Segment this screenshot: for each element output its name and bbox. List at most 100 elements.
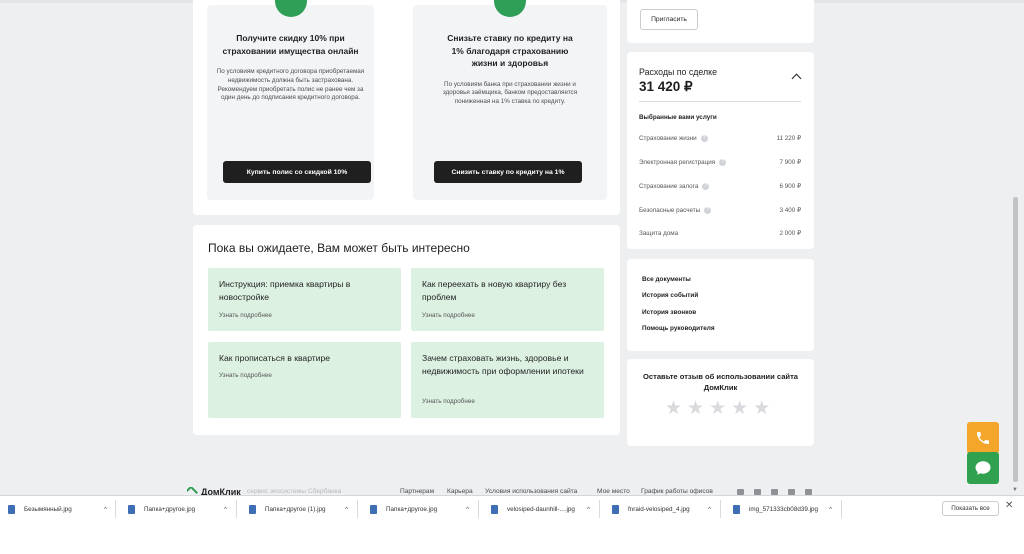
- call-history-link[interactable]: История звонков: [642, 309, 696, 316]
- chevron-up-icon[interactable]: ^: [224, 506, 227, 513]
- offer-description: По условиям банка при страховании жизни …: [442, 80, 578, 106]
- divider: [236, 500, 237, 518]
- all-documents-link[interactable]: Все документы: [642, 276, 691, 283]
- learn-more-link[interactable]: Узнать подробнее: [219, 312, 272, 319]
- download-item[interactable]: img_571333cb08d39.jpg ^: [733, 502, 833, 516]
- selected-services-label: Выбранные вами услуги: [639, 114, 717, 121]
- expense-value: 3 400 ₽: [779, 206, 801, 214]
- deal-expenses-card: Расходы по сделке 31 420 ₽ Выбранные вам…: [627, 52, 814, 249]
- article-tile[interactable]: Инструкция: приемка квартиры в новострой…: [208, 268, 401, 331]
- question-icon[interactable]: ?: [704, 206, 712, 214]
- download-filename: fnraid-velosiped_4.jpg: [628, 505, 690, 513]
- footer-link[interactable]: Условия использования сайта: [485, 488, 577, 495]
- offer-description: По условиям кредитного договора приобрет…: [216, 68, 365, 102]
- insurance-offers-card: Получите скидку 10% при страховании имущ…: [193, 0, 620, 215]
- star-icon[interactable]: ★: [687, 399, 704, 419]
- article-title: Как прописаться в квартире: [219, 353, 331, 363]
- file-icon: [370, 504, 377, 514]
- star-rating: ★ ★ ★ ★ ★: [665, 399, 770, 419]
- expense-row: Безопасные расчеты? 3 400 ₽: [639, 204, 801, 216]
- footer-link[interactable]: Мое место: [597, 488, 630, 495]
- scroll-down-arrow[interactable]: ▼: [1012, 487, 1018, 493]
- show-all-downloads-button[interactable]: Показать все: [942, 501, 999, 516]
- divider: [720, 500, 721, 518]
- expense-value: 6 900 ₽: [779, 182, 801, 190]
- download-item[interactable]: Папка+другое.jpg ^: [370, 502, 470, 516]
- expense-row: Защита дома 2 000 ₽: [639, 227, 801, 239]
- event-history-link[interactable]: История событий: [642, 292, 698, 299]
- question-icon[interactable]: ?: [702, 182, 710, 190]
- reduce-rate-button[interactable]: Снизить ставку по кредиту на 1%: [434, 161, 582, 183]
- file-icon: [491, 504, 498, 514]
- divider: [639, 101, 801, 102]
- window-bottom: [0, 521, 1024, 554]
- offer-title: Снизьте ставку по кредиту на 1% благодар…: [447, 33, 573, 68]
- download-filename: Папка+другое (1).jpg: [265, 505, 326, 513]
- chevron-up-icon[interactable]: ^: [345, 506, 348, 513]
- question-icon[interactable]: ?: [700, 134, 708, 142]
- offer-property-insurance: Получите скидку 10% при страховании имущ…: [207, 0, 374, 200]
- question-icon[interactable]: ?: [719, 158, 727, 166]
- expenses-title: Расходы по сделке: [639, 67, 717, 77]
- feedback-prompt: Оставьте отзыв об использовании сайта До…: [642, 372, 799, 392]
- download-item[interactable]: Папка+другое.jpg ^: [128, 502, 228, 516]
- shield-icon: [494, 0, 526, 17]
- download-filename: Безымянный.jpg: [24, 505, 72, 513]
- buy-policy-button[interactable]: Купить полис со скидкой 10%: [223, 161, 371, 183]
- links-card: Все документы История событий История зв…: [627, 259, 814, 351]
- file-icon: [249, 504, 256, 514]
- file-icon: [8, 504, 15, 514]
- star-icon[interactable]: ★: [709, 399, 726, 419]
- learn-more-link[interactable]: Узнать подробнее: [422, 398, 475, 405]
- footer-link[interactable]: Партнерам: [400, 488, 434, 495]
- article-title: Зачем страховать жизнь, здоровье и недви…: [422, 353, 584, 376]
- chevron-up-icon[interactable]: ^: [466, 506, 469, 513]
- chevron-up-icon[interactable]: ^: [708, 506, 711, 513]
- learn-more-link[interactable]: Узнать подробнее: [422, 312, 475, 319]
- file-icon: [733, 504, 740, 514]
- article-title: Инструкция: приемка квартиры в новострой…: [219, 279, 351, 302]
- download-item[interactable]: Безымянный.jpg ^: [8, 502, 108, 516]
- chevron-up-icon[interactable]: ^: [587, 506, 590, 513]
- expense-name: Страхование залога: [639, 182, 699, 190]
- page-scrollbar[interactable]: [1013, 197, 1018, 482]
- footer-link[interactable]: График работы офисов: [641, 488, 713, 495]
- download-item[interactable]: fnraid-velosiped_4.jpg ^: [612, 502, 712, 516]
- expense-name: Страхование жизни: [639, 134, 697, 142]
- expense-value: 11 220 ₽: [776, 134, 801, 142]
- expense-name: Защита дома: [639, 229, 679, 237]
- close-icon[interactable]: ✕: [1005, 500, 1013, 511]
- feedback-card: Оставьте отзыв об использовании сайта До…: [627, 359, 814, 446]
- invite-card: Пригласить: [627, 0, 814, 43]
- download-item[interactable]: Папка+другое (1).jpg ^: [249, 502, 349, 516]
- footer-link[interactable]: Карьера: [447, 488, 473, 495]
- star-icon[interactable]: ★: [665, 399, 682, 419]
- chevron-up-icon[interactable]: ^: [104, 506, 107, 513]
- chevron-up-icon[interactable]: ^: [829, 506, 832, 513]
- logo-icon: [187, 487, 199, 495]
- invite-button[interactable]: Пригласить: [640, 9, 698, 30]
- download-bar: Безымянный.jpg ^ Папка+другое.jpg ^ Папк…: [0, 495, 1024, 521]
- download-filename: Папка+другое.jpg: [386, 505, 438, 513]
- article-tile[interactable]: Зачем страховать жизнь, здоровье и недви…: [411, 342, 604, 418]
- article-title: Как переехать в новую квартиру без пробл…: [422, 279, 567, 302]
- article-tile[interactable]: Как прописаться в квартире Узнать подроб…: [208, 342, 401, 418]
- divider: [841, 500, 842, 518]
- manager-help-link[interactable]: Помощь руководителя: [642, 325, 715, 332]
- download-item[interactable]: velosiped-daunhill-....jpg ^: [491, 502, 591, 516]
- article-tile[interactable]: Как переехать в новую квартиру без пробл…: [411, 268, 604, 331]
- chat-button[interactable]: [967, 452, 999, 484]
- footer-logo: ДомКлик: [201, 487, 241, 495]
- divider: [599, 500, 600, 518]
- call-button[interactable]: [967, 422, 999, 454]
- star-icon[interactable]: ★: [731, 399, 748, 419]
- divider: [115, 500, 116, 518]
- footer: ДомКлик сервис экосистемы Сбербанка Парт…: [187, 487, 817, 495]
- interesting-section: Пока вы ожидаете, Вам может быть интерес…: [193, 225, 620, 435]
- learn-more-link[interactable]: Узнать подробнее: [219, 372, 272, 379]
- chevron-up-icon[interactable]: [791, 73, 802, 84]
- star-icon[interactable]: ★: [753, 399, 770, 419]
- expenses-amount: 31 420 ₽: [639, 79, 693, 94]
- file-icon: [612, 504, 619, 514]
- shield-icon: [274, 0, 307, 17]
